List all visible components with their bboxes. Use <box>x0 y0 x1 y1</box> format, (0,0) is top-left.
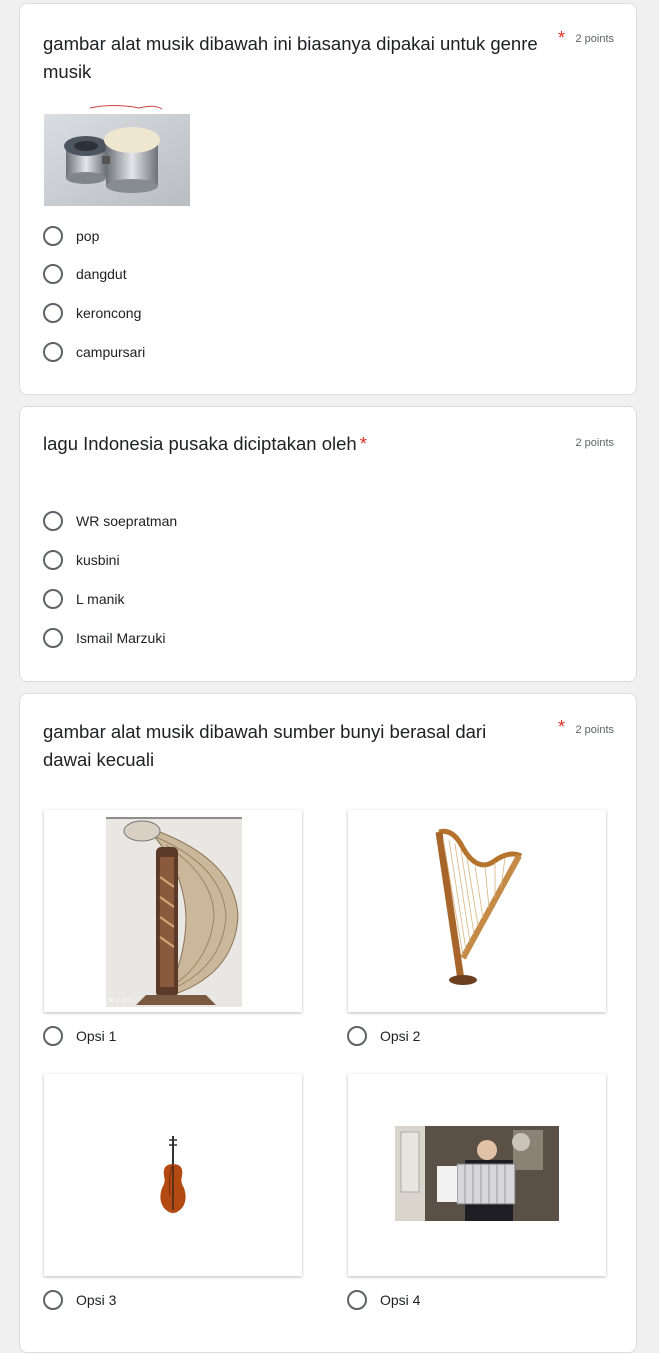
option-wr-soepratman[interactable]: WR soepratman <box>43 509 177 533</box>
radio-button[interactable] <box>43 589 63 609</box>
option-label: Ismail Marzuki <box>76 630 166 646</box>
option-l-manik[interactable]: L manik <box>43 587 125 611</box>
radio-button[interactable] <box>43 342 63 362</box>
question-card-2: lagu Indonesia pusaka diciptakan oleh * 2… <box>19 406 637 682</box>
radio-button[interactable] <box>43 264 63 284</box>
option-image-1[interactable]: 30 × 321 <box>44 810 302 1012</box>
option-label: dangdut <box>76 266 127 282</box>
radio-button[interactable] <box>43 303 63 323</box>
option-label: Opsi 2 <box>380 1028 421 1044</box>
radio-button[interactable] <box>43 511 63 531</box>
question-title: lagu Indonesia pusaka diciptakan oleh * <box>43 433 367 454</box>
points-label: 2 points <box>575 724 614 736</box>
radio-button[interactable] <box>43 1290 63 1310</box>
option-opsi-1[interactable]: Opsi 1 <box>43 1024 116 1048</box>
radio-button[interactable] <box>347 1026 367 1046</box>
option-opsi-2[interactable]: Opsi 2 <box>347 1024 420 1048</box>
option-label: Opsi 4 <box>380 1292 421 1308</box>
option-campursari[interactable]: campursari <box>43 340 145 364</box>
option-label: kusbini <box>76 552 120 568</box>
required-asterisk: * <box>558 28 566 48</box>
image-caption: 30 × 321 <box>108 998 131 1004</box>
option-label: keroncong <box>76 305 142 321</box>
accordion-player-image <box>395 1126 559 1221</box>
sasando-image: 30 × 321 <box>106 817 242 1007</box>
radio-button[interactable] <box>43 1026 63 1046</box>
option-pop[interactable]: pop <box>43 224 99 248</box>
points-label: 2 points <box>575 437 614 449</box>
violin-image <box>160 1136 186 1213</box>
option-opsi-3[interactable]: Opsi 3 <box>43 1288 116 1312</box>
question-card-3: gambar alat musik dibawah sumber bunyi b… <box>19 693 637 1353</box>
option-label: Opsi 3 <box>76 1292 117 1308</box>
question-title: gambar alat musik dibawah sumber bunyi b… <box>43 721 487 770</box>
radio-button[interactable] <box>43 628 63 648</box>
bongo-drum-image <box>44 105 190 206</box>
radio-button[interactable] <box>43 550 63 570</box>
option-label: Opsi 1 <box>76 1028 117 1044</box>
option-image-4[interactable] <box>348 1074 606 1276</box>
option-kusbini[interactable]: kusbini <box>43 548 120 572</box>
radio-button[interactable] <box>43 226 63 246</box>
question-card-1: gambar alat musik dibawah ini biasanya d… <box>19 3 637 395</box>
required-asterisk: * <box>359 433 367 454</box>
option-image-2[interactable] <box>348 810 606 1012</box>
option-dangdut[interactable]: dangdut <box>43 262 127 286</box>
option-label: L manik <box>76 591 125 607</box>
option-opsi-4[interactable]: Opsi 4 <box>347 1288 420 1312</box>
option-image-3[interactable] <box>44 1074 302 1276</box>
option-label: campursari <box>76 344 146 360</box>
option-ismail-marzuki[interactable]: Ismail Marzuki <box>43 626 165 650</box>
question-title: gambar alat musik dibawah ini biasanya d… <box>43 33 538 82</box>
required-asterisk: * <box>558 717 566 737</box>
points-label: 2 points <box>575 33 614 45</box>
radio-button[interactable] <box>347 1290 367 1310</box>
option-keroncong[interactable]: keroncong <box>43 301 141 325</box>
option-label: WR soepratman <box>76 513 178 529</box>
harp-image <box>435 828 523 985</box>
option-label: pop <box>76 228 100 244</box>
